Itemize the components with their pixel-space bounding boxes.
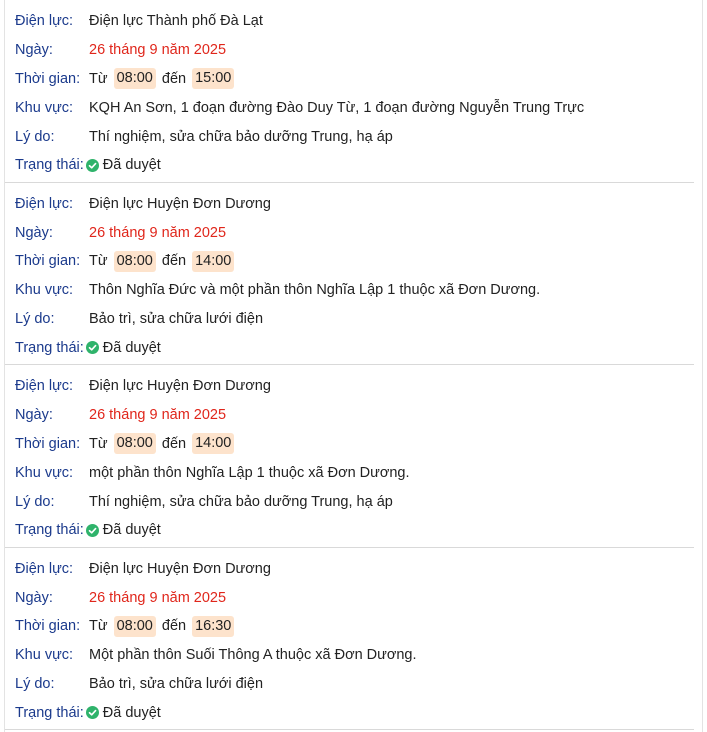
outage-record: Điện lực: Điện lực Thành phố Đà Lạt Ngày… bbox=[5, 0, 694, 183]
power-company-value: Điện lực Huyện Đơn Dương bbox=[89, 560, 271, 577]
status-label: Trạng thái: bbox=[15, 157, 84, 174]
outage-schedule-list: Điện lực: Điện lực Thành phố Đà Lạt Ngày… bbox=[4, 0, 703, 732]
reason-row: Lý do: Bảo trì, sửa chữa lưới điện bbox=[15, 670, 694, 699]
power-company-row: Điện lực: Điện lực Huyện Đơn Dương bbox=[15, 372, 694, 401]
status-label: Trạng thái: bbox=[15, 339, 84, 356]
time-label: Thời gian: bbox=[15, 618, 81, 635]
outage-record: Điện lực: Điện lực Huyện Đơn Dương Ngày:… bbox=[5, 183, 694, 365]
time-from-word: Từ bbox=[89, 70, 108, 87]
area-label: Khu vực: bbox=[15, 647, 74, 664]
status-row: Trạng thái: Đã duyệt bbox=[15, 698, 694, 727]
date-label: Ngày: bbox=[15, 224, 53, 241]
reason-label: Lý do: bbox=[15, 676, 55, 693]
check-circle-icon bbox=[85, 341, 99, 355]
area-row: Khu vực: một phần thôn Nghĩa Lập 1 thuộc… bbox=[15, 458, 694, 487]
time-from-word: Từ bbox=[89, 253, 108, 270]
power-company-label: Điện lực: bbox=[15, 13, 74, 30]
date-label: Ngày: bbox=[15, 407, 53, 424]
reason-label: Lý do: bbox=[15, 128, 55, 145]
area-row: Khu vực: Thôn Nghĩa Đức và một phần thôn… bbox=[15, 276, 694, 305]
status-badge: Đã duyệt bbox=[84, 157, 161, 173]
reason-value: Bảo trì, sửa chữa lưới điện bbox=[89, 676, 264, 693]
reason-label: Lý do: bbox=[15, 493, 55, 510]
end-time-chip: 15:00 bbox=[192, 68, 235, 90]
date-row: Ngày: 26 tháng 9 năm 2025 bbox=[15, 218, 694, 247]
area-value: Thôn Nghĩa Đức và một phần thôn Nghĩa Lậ… bbox=[89, 282, 541, 299]
status-row: Trạng thái: Đã duyệt bbox=[15, 151, 694, 180]
time-row: Thời gian: Từ 08:00 đến 14:00 bbox=[15, 430, 694, 459]
status-row: Trạng thái: Đã duyệt bbox=[15, 516, 694, 545]
area-label: Khu vực: bbox=[15, 99, 74, 116]
area-label: Khu vực: bbox=[15, 282, 74, 299]
end-time-chip: 14:00 bbox=[192, 433, 235, 455]
date-value: 26 tháng 9 năm 2025 bbox=[89, 224, 227, 241]
reason-row: Lý do: Thí nghiệm, sửa chữa bảo dưỡng Tr… bbox=[15, 122, 694, 151]
reason-value: Thí nghiệm, sửa chữa bảo dưỡng Trung, hạ… bbox=[89, 493, 393, 510]
time-from-word: Từ bbox=[89, 618, 108, 635]
time-to-word: đến bbox=[161, 70, 187, 87]
status-value: Đã duyệt bbox=[102, 522, 161, 539]
power-company-label: Điện lực: bbox=[15, 378, 74, 395]
area-value: KQH An Sơn, 1 đoạn đường Đào Duy Từ, 1 đ… bbox=[89, 99, 585, 116]
status-value: Đã duyệt bbox=[102, 157, 161, 174]
reason-row: Lý do: Bảo trì, sửa chữa lưới điện bbox=[15, 305, 694, 334]
date-row: Ngày: 26 tháng 9 năm 2025 bbox=[15, 583, 694, 612]
time-label: Thời gian: bbox=[15, 70, 81, 87]
power-company-value: Điện lực Huyện Đơn Dương bbox=[89, 378, 271, 395]
date-value: 26 tháng 9 năm 2025 bbox=[89, 42, 227, 59]
reason-value: Bảo trì, sửa chữa lưới điện bbox=[89, 311, 264, 328]
date-label: Ngày: bbox=[15, 589, 53, 606]
time-row: Thời gian: Từ 08:00 đến 16:30 bbox=[15, 612, 694, 641]
area-row: Khu vực: Một phần thôn Suối Thông A thuộ… bbox=[15, 641, 694, 670]
check-circle-icon bbox=[85, 706, 99, 720]
date-value: 26 tháng 9 năm 2025 bbox=[89, 589, 227, 606]
check-circle-icon bbox=[85, 523, 99, 537]
reason-value: Thí nghiệm, sửa chữa bảo dưỡng Trung, hạ… bbox=[89, 128, 393, 145]
status-badge: Đã duyệt bbox=[84, 705, 161, 721]
status-label: Trạng thái: bbox=[15, 704, 84, 721]
power-company-row: Điện lực: Điện lực Huyện Đơn Dương bbox=[15, 190, 694, 219]
date-row: Ngày: 26 tháng 9 năm 2025 bbox=[15, 401, 694, 430]
start-time-chip: 08:00 bbox=[113, 250, 156, 272]
status-value: Đã duyệt bbox=[102, 339, 161, 356]
time-to-word: đến bbox=[161, 253, 187, 270]
date-value: 26 tháng 9 năm 2025 bbox=[89, 407, 227, 424]
area-row: Khu vực: KQH An Sơn, 1 đoạn đường Đào Du… bbox=[15, 93, 694, 122]
reason-row: Lý do: Thí nghiệm, sửa chữa bảo dưỡng Tr… bbox=[15, 487, 694, 516]
power-company-row: Điện lực: Điện lực Huyện Đơn Dương bbox=[15, 555, 694, 584]
time-label: Thời gian: bbox=[15, 253, 81, 270]
end-time-chip: 14:00 bbox=[192, 250, 235, 272]
outage-record: Điện lực: Điện lực Huyện Đơn Dương Ngày:… bbox=[5, 365, 694, 548]
check-circle-icon bbox=[85, 158, 99, 172]
status-label: Trạng thái: bbox=[15, 522, 84, 539]
time-row: Thời gian: Từ 08:00 đến 15:00 bbox=[15, 65, 694, 94]
power-company-value: Điện lực Thành phố Đà Lạt bbox=[89, 13, 263, 30]
start-time-chip: 08:00 bbox=[113, 433, 156, 455]
end-time-chip: 16:30 bbox=[192, 615, 235, 637]
start-time-chip: 08:00 bbox=[113, 68, 156, 90]
date-row: Ngày: 26 tháng 9 năm 2025 bbox=[15, 36, 694, 65]
status-badge: Đã duyệt bbox=[84, 340, 161, 356]
power-company-value: Điện lực Huyện Đơn Dương bbox=[89, 195, 271, 212]
reason-label: Lý do: bbox=[15, 311, 55, 328]
status-badge: Đã duyệt bbox=[84, 522, 161, 538]
time-row: Thời gian: Từ 08:00 đến 14:00 bbox=[15, 247, 694, 276]
outage-record: Điện lực: Điện lực Huyện Đơn Dương Ngày:… bbox=[5, 548, 694, 730]
power-company-row: Điện lực: Điện lực Thành phố Đà Lạt bbox=[15, 7, 694, 36]
time-label: Thời gian: bbox=[15, 435, 81, 452]
start-time-chip: 08:00 bbox=[113, 615, 156, 637]
status-value: Đã duyệt bbox=[102, 704, 161, 721]
area-label: Khu vực: bbox=[15, 464, 74, 481]
power-company-label: Điện lực: bbox=[15, 560, 74, 577]
date-label: Ngày: bbox=[15, 42, 53, 59]
status-row: Trạng thái: Đã duyệt bbox=[15, 333, 694, 362]
time-from-word: Từ bbox=[89, 435, 108, 452]
area-value: một phần thôn Nghĩa Lập 1 thuộc xã Đơn D… bbox=[89, 464, 410, 481]
area-value: Một phần thôn Suối Thông A thuộc xã Đơn … bbox=[89, 647, 417, 664]
time-to-word: đến bbox=[161, 435, 187, 452]
time-to-word: đến bbox=[161, 618, 187, 635]
power-company-label: Điện lực: bbox=[15, 195, 74, 212]
